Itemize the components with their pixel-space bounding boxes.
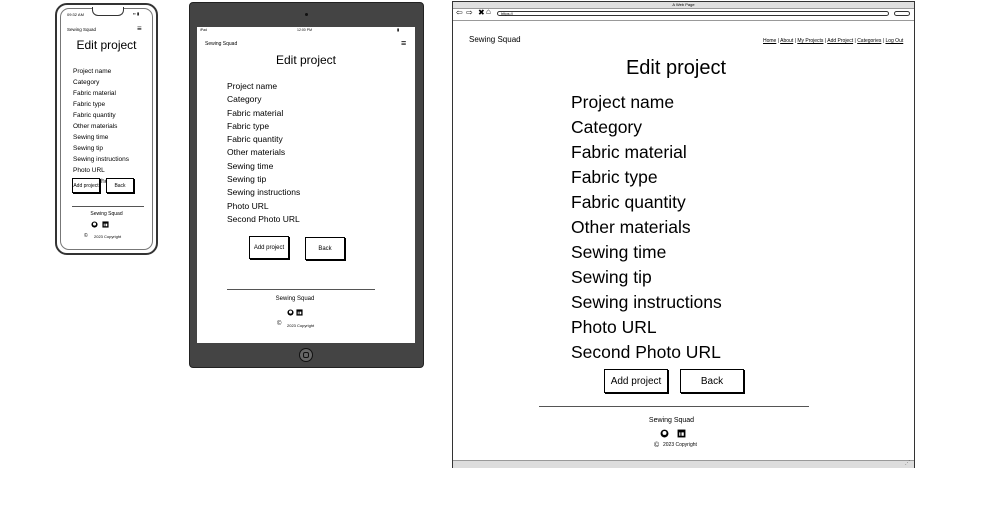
form-field[interactable]: Fabric quantity: [227, 132, 377, 146]
form-field[interactable]: Fabric type: [227, 119, 377, 133]
hamburger-icon[interactable]: ≡: [137, 25, 142, 33]
github-icon[interactable]: [286, 308, 294, 316]
phone-status-icons: ▪▪ ▮: [133, 11, 140, 16]
phone-mockup: 09:32 AM ▪▪ ▮ Sewing Squad ≡ Edit projec…: [55, 3, 158, 255]
form-field[interactable]: Sewing instructions: [227, 185, 377, 199]
hamburger-icon[interactable]: ≡: [401, 39, 406, 48]
url-text: https://: [501, 11, 514, 16]
tablet-form: Project name Category Fabric material Fabri…: [227, 79, 377, 226]
linkedin-icon[interactable]: [676, 428, 686, 438]
form-field[interactable]: Photo URL: [571, 314, 826, 340]
form-field[interactable]: Sewing time: [571, 239, 826, 265]
linkedin-icon[interactable]: [101, 220, 109, 228]
tablet-status-left: iPad: [200, 28, 208, 32]
form-field[interactable]: Fabric type: [571, 164, 826, 190]
site-brand[interactable]: Sewing Squad: [469, 35, 521, 44]
back-arrow-icon[interactable]: ⇦: [456, 8, 463, 17]
address-bar[interactable]: https://: [497, 11, 889, 16]
back-button[interactable]: Back: [680, 369, 744, 393]
form-field[interactable]: Sewing tip: [571, 264, 826, 290]
copyright-icon: ©: [277, 321, 282, 327]
page-title: Edit project: [625, 57, 727, 79]
tablet-mockup: iPad 12:00 PM ▮ Sewing Squad ≡ Edit proj…: [189, 2, 424, 368]
status-bar: ⋰: [453, 460, 914, 468]
add-project-button[interactable]: Add project: [604, 369, 668, 393]
copyright-icon: ©: [654, 442, 660, 449]
forward-arrow-icon[interactable]: ⇨: [466, 8, 473, 17]
nav-link[interactable]: Categories: [857, 38, 881, 44]
form-field[interactable]: Second Photo URL: [227, 212, 377, 226]
phone-form: Project name Category Fabric material Fabri…: [73, 66, 143, 188]
phone-brand[interactable]: Sewing Squad: [67, 27, 96, 32]
nav-link[interactable]: About: [780, 38, 793, 44]
footer-brand: Sewing Squad: [275, 296, 315, 302]
tablet-camera: [305, 13, 308, 16]
browser-window: A Web Page ⇦ ⇨ ✖ ⌂ https:// Sewing Squad…: [452, 1, 915, 468]
footer-divider: [227, 289, 375, 290]
back-button[interactable]: Back: [305, 237, 345, 260]
back-button[interactable]: Back: [106, 178, 134, 193]
form-field[interactable]: Fabric material: [571, 139, 826, 165]
tablet-brand[interactable]: Sewing Squad: [205, 41, 237, 47]
tablet-home-button[interactable]: [299, 348, 313, 362]
tablet-page-title: Edit project: [275, 53, 337, 67]
nav-link[interactable]: Log Out: [885, 38, 903, 44]
footer-copyright: 2023 Copyright: [663, 442, 697, 448]
search-box[interactable]: [894, 11, 910, 16]
copyright-icon: ©: [84, 233, 88, 239]
tablet-status-time: 12:00 PM: [297, 28, 312, 32]
form-field[interactable]: Project name: [227, 79, 377, 93]
nav-link[interactable]: My Projects: [797, 38, 823, 44]
phone-page-title: Edit project: [76, 38, 137, 52]
form-field[interactable]: Fabric material: [227, 106, 377, 120]
resize-grip-icon[interactable]: ⋰: [905, 460, 910, 466]
form-field[interactable]: Second Photo URL: [571, 339, 826, 365]
phone-status-time: 09:32 AM: [67, 12, 84, 17]
window-title: A Web Page: [672, 2, 695, 7]
nav-bar: Home | About | My Projects | Add Project…: [763, 38, 903, 44]
github-icon[interactable]: [90, 220, 98, 228]
footer-brand: Sewing Squad: [648, 417, 695, 424]
nav-link[interactable]: Add Project: [827, 38, 853, 44]
home-icon[interactable]: ⌂: [486, 7, 491, 16]
form-field[interactable]: Project name: [571, 89, 826, 115]
form-field[interactable]: Category: [571, 114, 826, 140]
phone-notch: [92, 7, 124, 16]
footer-brand: Sewing Squad: [90, 211, 123, 217]
desktop-form: Project name Category Fabric material Fabri…: [571, 89, 826, 365]
nav-link[interactable]: Home: [763, 38, 776, 44]
linkedin-icon[interactable]: [295, 308, 303, 316]
footer-divider: [72, 206, 144, 207]
footer-divider: [539, 406, 809, 407]
tablet-status-battery: ▮: [397, 27, 400, 32]
footer-copyright: 2023 Copyright: [94, 234, 122, 239]
form-field[interactable]: Sewing instructions: [571, 289, 826, 315]
tablet-screen: iPad 12:00 PM ▮ Sewing Squad ≡ Edit proj…: [197, 27, 415, 343]
form-field[interactable]: Other materials: [571, 214, 826, 240]
form-field[interactable]: Category: [227, 92, 377, 106]
add-project-button[interactable]: Add project: [249, 236, 289, 259]
form-field[interactable]: Other materials: [227, 145, 377, 159]
form-field[interactable]: Sewing time: [227, 159, 377, 173]
stop-icon[interactable]: ✖: [478, 8, 485, 17]
github-icon[interactable]: [659, 428, 669, 438]
form-field[interactable]: Sewing tip: [227, 172, 377, 186]
form-field[interactable]: Photo URL: [227, 199, 377, 213]
footer-copyright: 2023 Copyright: [287, 323, 315, 328]
browser-toolbar: ⇦ ⇨ ✖ ⌂ https://: [453, 7, 914, 21]
add-project-button[interactable]: Add project: [72, 178, 100, 193]
form-field[interactable]: Fabric quantity: [571, 189, 826, 215]
